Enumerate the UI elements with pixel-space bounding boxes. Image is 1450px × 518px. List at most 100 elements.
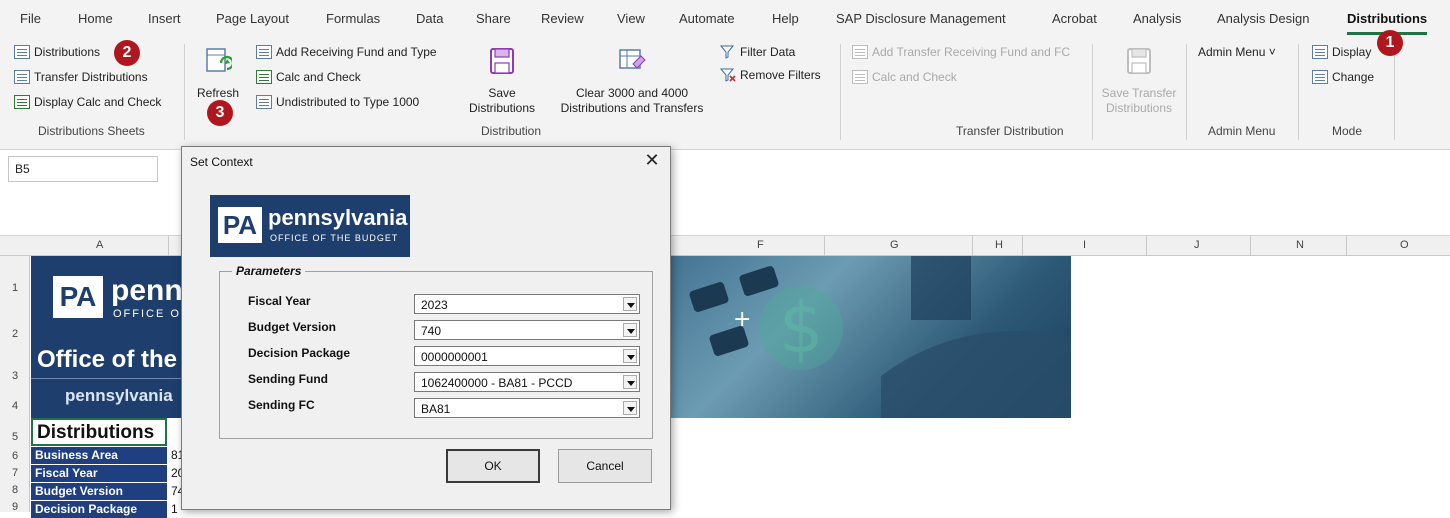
param-label-fiscal-year: Fiscal Year xyxy=(248,294,311,308)
pa-logo-mark: PA xyxy=(218,207,262,243)
clear-3000-4000-button[interactable]: Clear 3000 and 4000 Distributions and Tr… xyxy=(552,46,712,116)
pennsylvania-footer: pennsylvania xyxy=(65,386,173,405)
column-header[interactable]: G xyxy=(890,239,899,251)
transfer-distributions-sheet-button[interactable]: Transfer Distributions xyxy=(14,70,148,84)
column-header[interactable]: I xyxy=(1083,239,1086,251)
refresh-button[interactable]: Refresh xyxy=(192,46,244,101)
chevron-down-icon[interactable] xyxy=(623,297,637,311)
calc-icon xyxy=(852,70,868,84)
ribbon-separator xyxy=(1298,44,1299,140)
param-label-sending-fc: Sending FC xyxy=(248,398,315,412)
ribbon-separator xyxy=(1092,44,1093,140)
filter-icon xyxy=(720,45,735,59)
save-transfer-distributions-button[interactable]: Save Transfer Distributions xyxy=(1096,46,1182,116)
ok-button[interactable]: OK xyxy=(446,449,540,483)
tab-file[interactable]: File xyxy=(20,11,41,26)
row-header[interactable]: 2 xyxy=(0,328,30,340)
calc-and-check-button[interactable]: Calc and Check xyxy=(256,70,361,84)
parameters-legend: Parameters xyxy=(232,264,306,278)
calc-icon xyxy=(256,70,272,84)
tab-analysis[interactable]: Analysis xyxy=(1133,11,1181,26)
transfer-calc-and-check-button[interactable]: Calc and Check xyxy=(852,70,957,84)
change-mode-button[interactable]: Change xyxy=(1312,70,1374,84)
svg-text:$: $ xyxy=(779,287,824,369)
clear-table-icon xyxy=(619,49,646,69)
distributions-sheet-button[interactable]: Distributions xyxy=(14,45,100,59)
decision-package-select[interactable]: 0000000001 xyxy=(414,346,640,366)
tab-insert[interactable]: Insert xyxy=(148,11,181,26)
office-heading: Office of the xyxy=(37,346,178,373)
row-header[interactable]: 7 xyxy=(0,467,30,479)
tab-share[interactable]: Share xyxy=(476,11,511,26)
tab-help[interactable]: Help xyxy=(772,11,799,26)
callout-badge: 1 xyxy=(1377,30,1403,56)
tab-automate[interactable]: Automate xyxy=(679,11,735,26)
column-header[interactable]: H xyxy=(995,239,1003,251)
dialog-title: Set Context xyxy=(190,155,253,169)
cancel-button[interactable]: Cancel xyxy=(558,449,652,483)
budget-version-select[interactable]: 740 xyxy=(414,320,640,340)
tab-acrobat[interactable]: Acrobat xyxy=(1052,11,1097,26)
remove-filters-button[interactable]: Remove Filters xyxy=(720,68,821,82)
tab-home[interactable]: Home xyxy=(78,11,113,26)
sheet-title[interactable]: Distributions xyxy=(31,418,167,446)
label-decision-package[interactable]: Decision Package xyxy=(31,501,167,518)
row-header[interactable]: 6 xyxy=(0,450,30,462)
name-box[interactable]: B5 xyxy=(8,156,158,182)
tab-data[interactable]: Data xyxy=(416,11,443,26)
row-header[interactable]: 8 xyxy=(0,484,30,496)
column-header[interactable]: A xyxy=(96,239,103,251)
row-header[interactable]: 9 xyxy=(0,501,30,513)
add-transfer-receiving-fund-button[interactable]: Add Transfer Receiving Fund and FC xyxy=(852,45,1070,59)
chevron-down-icon[interactable] xyxy=(623,349,637,363)
group-label-transfer-distribution: Transfer Distribution xyxy=(956,124,1064,138)
column-separator xyxy=(1022,236,1023,256)
row-header[interactable]: 5 xyxy=(0,431,30,443)
column-header[interactable]: O xyxy=(1400,239,1409,251)
tab-distributions[interactable]: Distributions xyxy=(1347,11,1428,35)
label-budget-version[interactable]: Budget Version xyxy=(31,483,167,500)
ribbon-separator xyxy=(1186,44,1187,140)
group-label-mode: Mode xyxy=(1332,124,1363,138)
row-header[interactable]: 4 xyxy=(0,400,30,412)
close-icon[interactable]: ✕ xyxy=(642,150,662,171)
group-label-distribution: Distribution xyxy=(481,124,542,138)
tab-formulas[interactable]: Formulas xyxy=(326,11,380,26)
save-icon xyxy=(1127,48,1151,74)
undistributed-to-type-1000-button[interactable]: Undistributed to Type 1000 xyxy=(256,95,419,109)
column-header[interactable]: F xyxy=(757,239,764,251)
sending-fc-select[interactable]: BA81 xyxy=(414,398,640,418)
label-fiscal-year[interactable]: Fiscal Year xyxy=(31,465,167,482)
chevron-down-icon[interactable] xyxy=(623,375,637,389)
tab-sap-disclosure-management[interactable]: SAP Disclosure Management xyxy=(836,11,1006,26)
parameters-group: Parameters Fiscal Year 2023 Budget Versi… xyxy=(219,264,653,439)
tab-page-layout[interactable]: Page Layout xyxy=(216,11,289,26)
filter-data-button[interactable]: Filter Data xyxy=(720,45,795,59)
label-business-area[interactable]: Business Area xyxy=(31,447,167,464)
column-header[interactable]: N xyxy=(1296,239,1304,251)
table-icon xyxy=(256,45,272,59)
tab-analysis-design[interactable]: Analysis Design xyxy=(1217,11,1310,26)
row-header[interactable]: 1 xyxy=(0,282,30,294)
param-label-sending-fund: Sending Fund xyxy=(248,372,328,386)
tab-review[interactable]: Review xyxy=(541,11,584,26)
pa-logo-word: pennsylvania xyxy=(268,205,408,230)
pa-budget-logo: PA pennsylvania OFFICE OF THE BUDGET xyxy=(210,195,410,257)
column-header[interactable]: J xyxy=(1194,239,1200,251)
row-header[interactable]: 3 xyxy=(0,370,30,382)
display-calc-and-check-button[interactable]: Display Calc and Check xyxy=(14,95,161,109)
column-separator xyxy=(1146,236,1147,256)
save-icon xyxy=(490,48,514,74)
param-label-budget-version: Budget Version xyxy=(248,320,337,334)
chevron-down-icon[interactable] xyxy=(623,401,637,415)
pa-logo-sub: OFFICE OF THE BUDGET xyxy=(270,233,399,243)
fiscal-year-select[interactable]: 2023 xyxy=(414,294,640,314)
tab-view[interactable]: View xyxy=(617,11,645,26)
add-receiving-fund-and-type-button[interactable]: Add Receiving Fund and Type xyxy=(256,45,437,59)
column-separator xyxy=(1250,236,1251,256)
admin-menu-dropdown[interactable]: Admin Menu ˅ xyxy=(1198,45,1276,59)
chevron-down-icon[interactable] xyxy=(623,323,637,337)
save-distributions-button[interactable]: Save Distributions xyxy=(462,46,542,116)
display-mode-button[interactable]: Display xyxy=(1312,45,1371,59)
sending-fund-select[interactable]: 1062400000 - BA81 - PCCD xyxy=(414,372,640,392)
